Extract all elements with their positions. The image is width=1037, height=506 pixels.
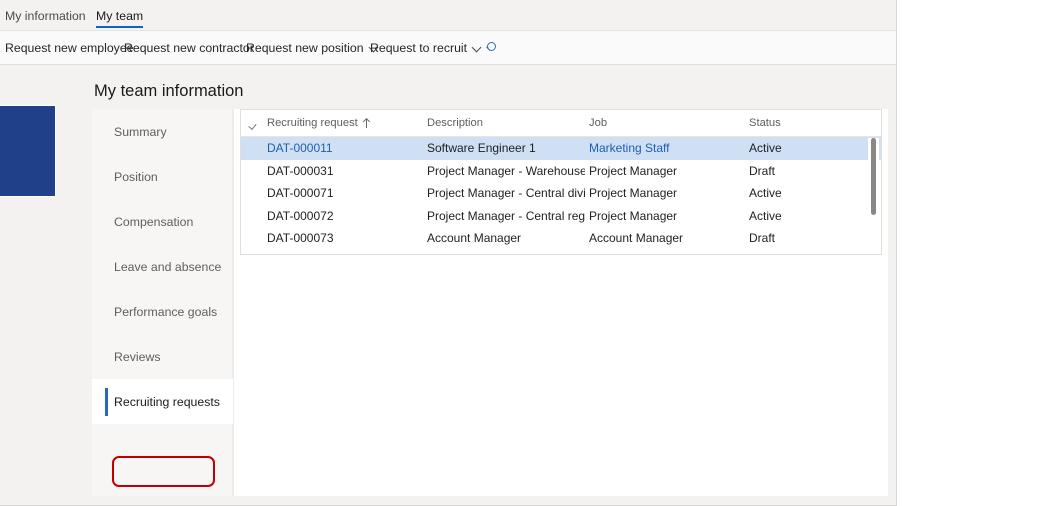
- content-card: Recruiting request Description Job Statu…: [233, 109, 888, 496]
- request-new-contractor-button[interactable]: Request new contractor: [124, 31, 254, 65]
- nav-item-performance-goals-label: Performance goals: [114, 305, 217, 319]
- nav-item-reviews-label: Reviews: [114, 350, 160, 364]
- cell-status: Active: [749, 182, 859, 205]
- cell-job: Account Manager: [589, 227, 744, 250]
- request-new-position-menu[interactable]: Request new position: [246, 31, 379, 65]
- nav-item-compensation-label: Compensation: [114, 215, 193, 229]
- tile-line-2: ct reports: [0, 173, 48, 189]
- chevron-down-icon: [473, 43, 482, 52]
- action-bar: Request new employee Request new contrac…: [0, 31, 896, 65]
- request-new-contractor-label: Request new contractor: [124, 41, 254, 55]
- nav-item-position-label: Position: [114, 170, 158, 184]
- request-to-recruit-label: Request to recruit: [370, 41, 467, 55]
- column-header-description-label: Description: [427, 117, 483, 129]
- nav-item-recruiting-requests-label: Recruiting requests: [114, 395, 220, 409]
- cell-description: Software Engineer 1: [427, 137, 585, 160]
- nav-item-recruiting-requests[interactable]: Recruiting requests: [92, 379, 233, 424]
- tab-my-information-label: My information: [5, 9, 86, 23]
- cell-job: Project Manager: [589, 160, 744, 183]
- cell-recruiting-request[interactable]: DAT-000072: [267, 205, 422, 228]
- table-row[interactable]: DAT-000071 Project Manager - Central div…: [241, 182, 881, 205]
- cell-recruiting-request[interactable]: DAT-000071: [267, 182, 422, 205]
- checkmark-icon: [249, 118, 260, 129]
- cell-description: Project Manager - Central divisi...: [427, 182, 585, 205]
- column-header-job[interactable]: Job: [589, 110, 607, 136]
- column-header-status-label: Status: [749, 117, 781, 129]
- nav-item-position[interactable]: Position: [92, 154, 233, 199]
- search-button[interactable]: [484, 31, 499, 65]
- cell-status: Draft: [749, 160, 859, 183]
- grid-vertical-scrollbar[interactable]: [868, 138, 879, 254]
- cell-job: Project Manager: [589, 182, 744, 205]
- nav-item-summary-label: Summary: [114, 125, 167, 139]
- column-header-job-label: Job: [589, 117, 607, 129]
- cell-description: Project Manager - Warehouse: [427, 160, 585, 183]
- recruiting-requests-grid: Recruiting request Description Job Statu…: [240, 109, 882, 255]
- table-row[interactable]: DAT-000072 Project Manager - Central reg…: [241, 205, 881, 228]
- request-new-position-label: Request new position: [246, 41, 364, 55]
- nav-item-leave-and-absence[interactable]: Leave and absence: [92, 244, 233, 289]
- cell-description: Account Manager: [427, 227, 585, 250]
- request-to-recruit-menu[interactable]: Request to recruit: [370, 31, 482, 65]
- grid-scrollbar-thumb[interactable]: [871, 138, 876, 215]
- search-icon: [484, 41, 499, 56]
- table-row[interactable]: DAT-000031 Project Manager - Warehouse P…: [241, 160, 881, 183]
- table-row[interactable]: DAT-000011 Software Engineer 1 Marketing…: [241, 137, 881, 160]
- tab-active-underline: [96, 26, 143, 28]
- request-new-employee-label: Request new employee: [5, 41, 134, 55]
- tile-positions-direct-reports[interactable]: positions ct reports: [0, 105, 56, 197]
- cell-recruiting-request[interactable]: DAT-000031: [267, 160, 422, 183]
- cell-recruiting-request[interactable]: DAT-000011: [267, 137, 422, 160]
- nav-item-leave-and-absence-label: Leave and absence: [114, 260, 221, 274]
- screenshot-root: My information My team Request new emplo…: [0, 0, 1037, 506]
- column-header-recruiting-request[interactable]: Recruiting request: [267, 110, 371, 136]
- sort-ascending-icon: [363, 118, 371, 129]
- cell-job[interactable]: Marketing Staff: [589, 137, 744, 160]
- section-nav-panel: Summary Position Compensation Leave and …: [92, 109, 233, 496]
- column-header-description[interactable]: Description: [427, 110, 483, 136]
- cell-status: Draft: [749, 227, 859, 250]
- application-window: My information My team Request new emplo…: [0, 0, 897, 506]
- tab-strip: My information My team: [0, 0, 896, 31]
- request-new-employee-button[interactable]: Request new employee: [5, 31, 134, 65]
- tile-line-1: positions: [0, 157, 48, 173]
- cell-status: Active: [749, 137, 859, 160]
- column-header-recruiting-request-label: Recruiting request: [267, 117, 358, 129]
- nav-selected-accent-bar: [105, 388, 108, 416]
- nav-item-summary[interactable]: Summary: [92, 109, 233, 154]
- table-row[interactable]: DAT-000073 Account Manager Account Manag…: [241, 227, 881, 250]
- cell-status: Active: [749, 205, 859, 228]
- column-header-status[interactable]: Status: [749, 110, 781, 136]
- tab-my-team[interactable]: My team: [96, 0, 143, 31]
- tab-my-team-label: My team: [96, 9, 143, 23]
- cell-recruiting-request[interactable]: DAT-000073: [267, 227, 422, 250]
- workspace: positions ct reports My team information…: [0, 65, 896, 506]
- nav-item-compensation[interactable]: Compensation: [92, 199, 233, 244]
- cell-description: Project Manager - Central region: [427, 205, 585, 228]
- nav-item-performance-goals[interactable]: Performance goals: [92, 289, 233, 334]
- cell-job: Project Manager: [589, 205, 744, 228]
- nav-item-reviews[interactable]: Reviews: [92, 334, 233, 379]
- tab-my-information[interactable]: My information: [5, 0, 86, 31]
- column-header-select-all[interactable]: [249, 110, 260, 136]
- grid-header-row: Recruiting request Description Job Statu…: [241, 110, 881, 137]
- page-title: My team information: [94, 82, 243, 101]
